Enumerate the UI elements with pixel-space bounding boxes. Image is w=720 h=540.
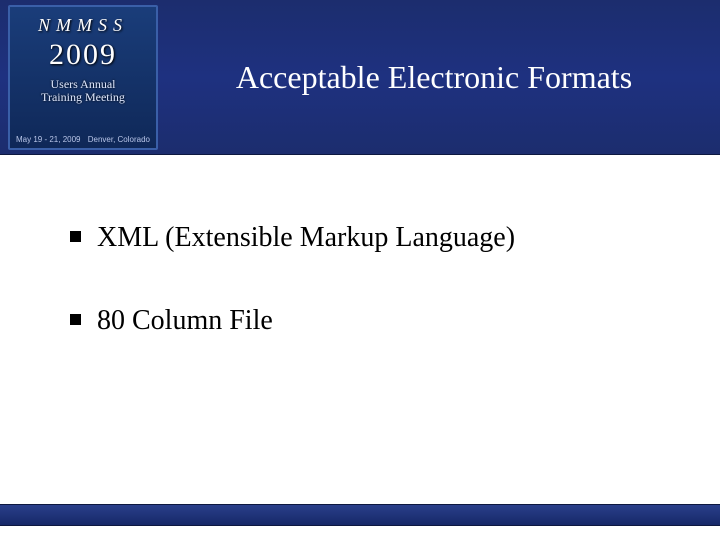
slide-body: XML (Extensible Markup Language) 80 Colu… [0,155,720,338]
slide-header: NMMSS 2009 Users Annual Training Meeting… [0,0,720,155]
slide-title: Acceptable Electronic Formats [236,59,632,96]
conference-logo: NMMSS 2009 Users Annual Training Meeting… [8,5,158,150]
list-item: 80 Column File [70,303,670,338]
logo-subtitle-line1: Users Annual [50,77,115,91]
logo-date: May 19 - 21, 2009 [16,135,80,144]
logo-location: Denver, Colorado [88,135,150,144]
slide-footer-bar [0,504,720,526]
list-item: XML (Extensible Markup Language) [70,220,670,255]
bullet-text: 80 Column File [97,303,273,338]
bullet-square-icon [70,314,81,325]
bullet-square-icon [70,231,81,242]
logo-subtitle: Users Annual Training Meeting [41,78,125,106]
title-area: Acceptable Electronic Formats [158,59,720,96]
logo-acronym: NMMSS [38,15,128,36]
bullet-text: XML (Extensible Markup Language) [97,220,515,255]
logo-subtitle-line2: Training Meeting [41,90,125,104]
logo-year: 2009 [49,38,117,72]
logo-footer: May 19 - 21, 2009 Denver, Colorado [16,135,150,144]
